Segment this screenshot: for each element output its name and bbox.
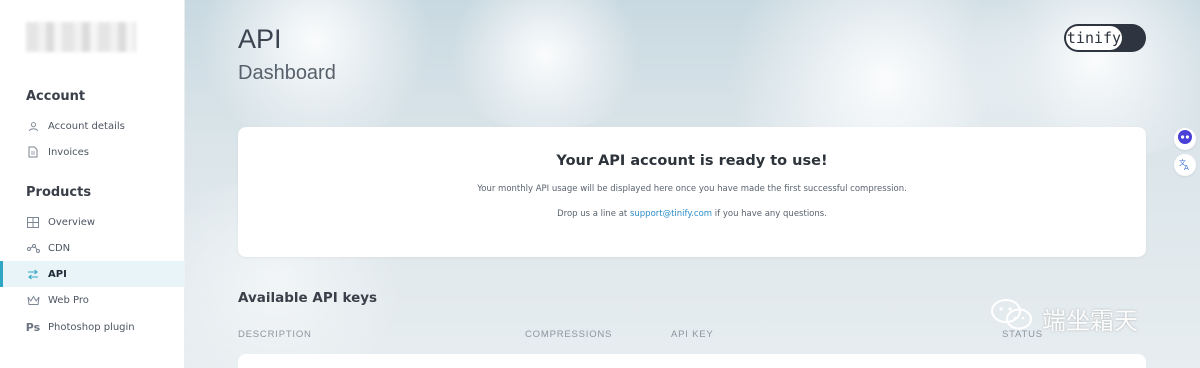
watermark-text: 端坐霜天 [1042, 306, 1138, 335]
api-keys-heading: Available API keys [238, 290, 378, 306]
sidebar-item-label: API [48, 268, 67, 280]
assistant-widget-button[interactable] [1174, 128, 1196, 150]
page-subtitle: Dashboard [238, 62, 336, 84]
svg-text:A: A [1184, 164, 1189, 171]
page-title: API [238, 24, 282, 54]
support-text-prefix: Drop us a line at [557, 209, 630, 219]
support-email-link[interactable]: support@tinify.com [630, 209, 712, 219]
sidebar-item-photoshop-plugin[interactable]: Ps Photoshop plugin [0, 314, 185, 340]
api-ready-notice: Your API account is ready to use! Your m… [238, 127, 1146, 257]
sidebar-item-account-details[interactable]: Account details [0, 113, 185, 139]
sidebar: Account Account details Invoices Product… [0, 0, 185, 368]
sidebar-item-api[interactable]: API [0, 261, 185, 287]
photoshop-icon: Ps [25, 320, 41, 334]
sidebar-item-label: Photoshop plugin [48, 321, 135, 333]
sidebar-item-label: Web Pro [48, 294, 89, 306]
section-title-account: Account [26, 89, 86, 104]
notice-usage-text: Your monthly API usage will be displayed… [477, 184, 907, 194]
tinify-brand-toggle[interactable]: tinify [1064, 24, 1146, 52]
column-header-compressions: COMPRESSIONS [525, 329, 613, 340]
user-icon [26, 119, 40, 133]
notice-title: Your API account is ready to use! [556, 153, 828, 169]
sidebar-item-label: CDN [48, 242, 71, 254]
translate-widget-button[interactable]: 文A [1174, 154, 1196, 176]
network-icon [26, 241, 40, 255]
sidebar-item-cdn[interactable]: CDN [0, 235, 185, 261]
support-text-suffix: if you have any questions. [712, 209, 827, 219]
api-keys-table [238, 354, 1146, 368]
section-title-products: Products [26, 185, 92, 200]
column-header-description: DESCRIPTION [238, 329, 312, 340]
sidebar-item-label: Overview [48, 216, 96, 228]
background-cloud [435, 0, 655, 130]
column-header-api-key: API KEY [671, 329, 714, 340]
document-icon [26, 145, 40, 159]
sidebar-item-label: Account details [48, 120, 125, 132]
grid-icon [26, 215, 40, 229]
sidebar-item-overview[interactable]: Overview [0, 209, 185, 235]
notice-support-text: Drop us a line at support@tinify.com if … [238, 209, 1146, 219]
account-logo-blurred [26, 22, 136, 52]
sidebar-item-web-pro[interactable]: Web Pro [0, 287, 185, 313]
watermark: 端坐霜天 [990, 298, 1138, 338]
crown-icon [26, 293, 40, 307]
robot-face-icon [1177, 129, 1193, 149]
sidebar-item-label: Invoices [48, 146, 89, 158]
brand-logo: tinify [1065, 25, 1123, 51]
translate-icon: 文A [1178, 156, 1192, 175]
swap-icon [26, 267, 40, 281]
sidebar-item-invoices[interactable]: Invoices [0, 139, 185, 165]
chat-bubbles-icon [990, 298, 1034, 338]
